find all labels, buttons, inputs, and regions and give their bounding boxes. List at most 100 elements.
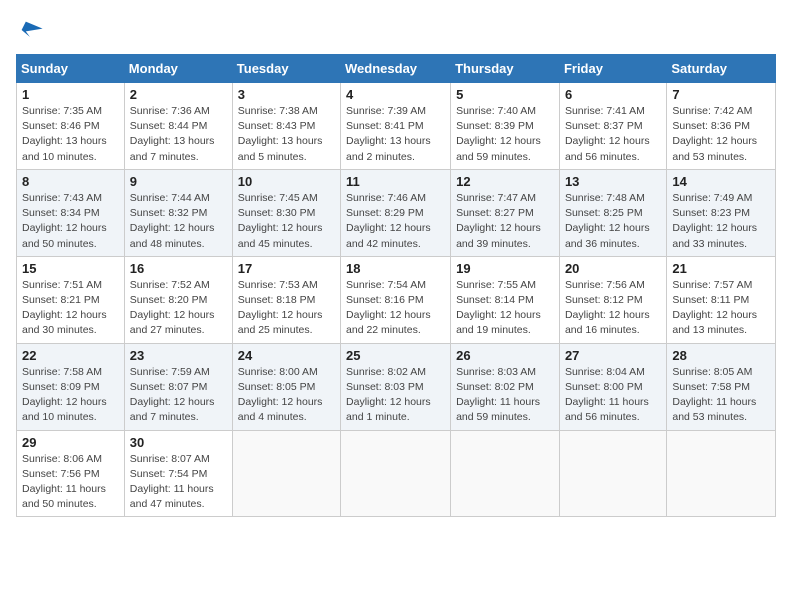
day-info: Sunrise: 8:03 AM Sunset: 8:02 PM Dayligh…: [456, 365, 554, 426]
weekday-header-sunday: Sunday: [17, 55, 125, 83]
day-info: Sunrise: 7:44 AM Sunset: 8:32 PM Dayligh…: [130, 191, 227, 252]
day-info: Sunrise: 7:41 AM Sunset: 8:37 PM Dayligh…: [565, 104, 661, 165]
calendar-day-cell: 1 Sunrise: 7:35 AM Sunset: 8:46 PM Daylig…: [17, 83, 125, 170]
day-info: Sunrise: 7:40 AM Sunset: 8:39 PM Dayligh…: [456, 104, 554, 165]
day-number: 4: [346, 87, 445, 102]
calendar-day-cell: 29 Sunrise: 8:06 AM Sunset: 7:56 PM Dayli…: [17, 430, 125, 517]
day-number: 29: [22, 435, 119, 450]
day-info: Sunrise: 7:46 AM Sunset: 8:29 PM Dayligh…: [346, 191, 445, 252]
day-info: Sunrise: 7:51 AM Sunset: 8:21 PM Dayligh…: [22, 278, 119, 339]
day-number: 25: [346, 348, 445, 363]
day-info: Sunrise: 7:45 AM Sunset: 8:30 PM Dayligh…: [238, 191, 335, 252]
weekday-header-tuesday: Tuesday: [232, 55, 340, 83]
day-number: 27: [565, 348, 661, 363]
day-number: 2: [130, 87, 227, 102]
weekday-header-thursday: Thursday: [451, 55, 560, 83]
calendar-day-cell: 16 Sunrise: 7:52 AM Sunset: 8:20 PM Dayli…: [124, 256, 232, 343]
day-number: 22: [22, 348, 119, 363]
calendar-day-cell: 19 Sunrise: 7:55 AM Sunset: 8:14 PM Dayli…: [451, 256, 560, 343]
calendar-day-cell: 7 Sunrise: 7:42 AM Sunset: 8:36 PM Daylig…: [667, 83, 776, 170]
empty-cell: [667, 430, 776, 517]
weekday-header-wednesday: Wednesday: [341, 55, 451, 83]
calendar-day-cell: 26 Sunrise: 8:03 AM Sunset: 8:02 PM Dayli…: [451, 343, 560, 430]
weekday-header-saturday: Saturday: [667, 55, 776, 83]
day-info: Sunrise: 7:56 AM Sunset: 8:12 PM Dayligh…: [565, 278, 661, 339]
day-info: Sunrise: 7:48 AM Sunset: 8:25 PM Dayligh…: [565, 191, 661, 252]
day-info: Sunrise: 8:06 AM Sunset: 7:56 PM Dayligh…: [22, 452, 119, 513]
calendar-day-cell: 14 Sunrise: 7:49 AM Sunset: 8:23 PM Dayli…: [667, 169, 776, 256]
day-number: 18: [346, 261, 445, 276]
calendar-day-cell: 12 Sunrise: 7:47 AM Sunset: 8:27 PM Dayli…: [451, 169, 560, 256]
empty-cell: [451, 430, 560, 517]
day-number: 26: [456, 348, 554, 363]
calendar-week-row: 15 Sunrise: 7:51 AM Sunset: 8:21 PM Dayli…: [17, 256, 776, 343]
day-info: Sunrise: 7:55 AM Sunset: 8:14 PM Dayligh…: [456, 278, 554, 339]
calendar-day-cell: 8Sunrise: 7:43 AM Sunset: 8:34 PM Daylig…: [17, 169, 125, 256]
day-number: 7: [672, 87, 770, 102]
calendar-day-cell: 21 Sunrise: 7:57 AM Sunset: 8:11 PM Dayli…: [667, 256, 776, 343]
day-info: Sunrise: 8:07 AM Sunset: 7:54 PM Dayligh…: [130, 452, 227, 513]
day-number: 20: [565, 261, 661, 276]
weekday-header-friday: Friday: [559, 55, 666, 83]
calendar-day-cell: 18 Sunrise: 7:54 AM Sunset: 8:16 PM Dayli…: [341, 256, 451, 343]
day-info: Sunrise: 7:49 AM Sunset: 8:23 PM Dayligh…: [672, 191, 770, 252]
day-number: 24: [238, 348, 335, 363]
day-info: Sunrise: 8:05 AM Sunset: 7:58 PM Dayligh…: [672, 365, 770, 426]
day-number: 16: [130, 261, 227, 276]
calendar-day-cell: 2 Sunrise: 7:36 AM Sunset: 8:44 PM Daylig…: [124, 83, 232, 170]
calendar-day-cell: 15 Sunrise: 7:51 AM Sunset: 8:21 PM Dayli…: [17, 256, 125, 343]
day-info: Sunrise: 7:35 AM Sunset: 8:46 PM Dayligh…: [22, 104, 119, 165]
day-number: 12: [456, 174, 554, 189]
day-number: 10: [238, 174, 335, 189]
day-number: 14: [672, 174, 770, 189]
day-number: 21: [672, 261, 770, 276]
day-number: 5: [456, 87, 554, 102]
day-info: Sunrise: 7:59 AM Sunset: 8:07 PM Dayligh…: [130, 365, 227, 426]
day-number: 28: [672, 348, 770, 363]
calendar-day-cell: 30 Sunrise: 8:07 AM Sunset: 7:54 PM Dayli…: [124, 430, 232, 517]
weekday-header-monday: Monday: [124, 55, 232, 83]
day-info: Sunrise: 7:42 AM Sunset: 8:36 PM Dayligh…: [672, 104, 770, 165]
calendar-day-cell: 25 Sunrise: 8:02 AM Sunset: 8:03 PM Dayli…: [341, 343, 451, 430]
day-number: 3: [238, 87, 335, 102]
calendar-day-cell: 6 Sunrise: 7:41 AM Sunset: 8:37 PM Daylig…: [559, 83, 666, 170]
day-info: Sunrise: 7:47 AM Sunset: 8:27 PM Dayligh…: [456, 191, 554, 252]
calendar-day-cell: 24 Sunrise: 8:00 AM Sunset: 8:05 PM Dayli…: [232, 343, 340, 430]
logo-bird-icon: [16, 16, 44, 44]
day-number: 19: [456, 261, 554, 276]
day-number: 6: [565, 87, 661, 102]
calendar-table: SundayMondayTuesdayWednesdayThursdayFrid…: [16, 54, 776, 517]
calendar-day-cell: 11 Sunrise: 7:46 AM Sunset: 8:29 PM Dayli…: [341, 169, 451, 256]
day-info: Sunrise: 8:00 AM Sunset: 8:05 PM Dayligh…: [238, 365, 335, 426]
day-number: 1: [22, 87, 119, 102]
weekday-header-row: SundayMondayTuesdayWednesdayThursdayFrid…: [17, 55, 776, 83]
day-number: 8: [22, 174, 119, 189]
day-number: 15: [22, 261, 119, 276]
day-number: 17: [238, 261, 335, 276]
day-info: Sunrise: 7:36 AM Sunset: 8:44 PM Dayligh…: [130, 104, 227, 165]
calendar-day-cell: 3Sunrise: 7:38 AM Sunset: 8:43 PM Daylig…: [232, 83, 340, 170]
day-info: Sunrise: 8:04 AM Sunset: 8:00 PM Dayligh…: [565, 365, 661, 426]
calendar-day-cell: 23 Sunrise: 7:59 AM Sunset: 8:07 PM Dayli…: [124, 343, 232, 430]
day-info: Sunrise: 7:54 AM Sunset: 8:16 PM Dayligh…: [346, 278, 445, 339]
calendar-week-row: 8Sunrise: 7:43 AM Sunset: 8:34 PM Daylig…: [17, 169, 776, 256]
calendar-day-cell: 17 Sunrise: 7:53 AM Sunset: 8:18 PM Dayli…: [232, 256, 340, 343]
day-number: 9: [130, 174, 227, 189]
day-number: 11: [346, 174, 445, 189]
logo: [16, 16, 48, 44]
empty-cell: [232, 430, 340, 517]
day-info: Sunrise: 7:53 AM Sunset: 8:18 PM Dayligh…: [238, 278, 335, 339]
day-number: 30: [130, 435, 227, 450]
day-info: Sunrise: 7:39 AM Sunset: 8:41 PM Dayligh…: [346, 104, 445, 165]
day-info: Sunrise: 7:58 AM Sunset: 8:09 PM Dayligh…: [22, 365, 119, 426]
day-info: Sunrise: 7:57 AM Sunset: 8:11 PM Dayligh…: [672, 278, 770, 339]
calendar-day-cell: 28 Sunrise: 8:05 AM Sunset: 7:58 PM Dayli…: [667, 343, 776, 430]
calendar-day-cell: 5 Sunrise: 7:40 AM Sunset: 8:39 PM Daylig…: [451, 83, 560, 170]
calendar-week-row: 1 Sunrise: 7:35 AM Sunset: 8:46 PM Daylig…: [17, 83, 776, 170]
calendar-day-cell: 4 Sunrise: 7:39 AM Sunset: 8:41 PM Daylig…: [341, 83, 451, 170]
day-number: 23: [130, 348, 227, 363]
day-info: Sunrise: 8:02 AM Sunset: 8:03 PM Dayligh…: [346, 365, 445, 426]
calendar-week-row: 22 Sunrise: 7:58 AM Sunset: 8:09 PM Dayli…: [17, 343, 776, 430]
calendar-day-cell: 22 Sunrise: 7:58 AM Sunset: 8:09 PM Dayli…: [17, 343, 125, 430]
day-info: Sunrise: 7:52 AM Sunset: 8:20 PM Dayligh…: [130, 278, 227, 339]
